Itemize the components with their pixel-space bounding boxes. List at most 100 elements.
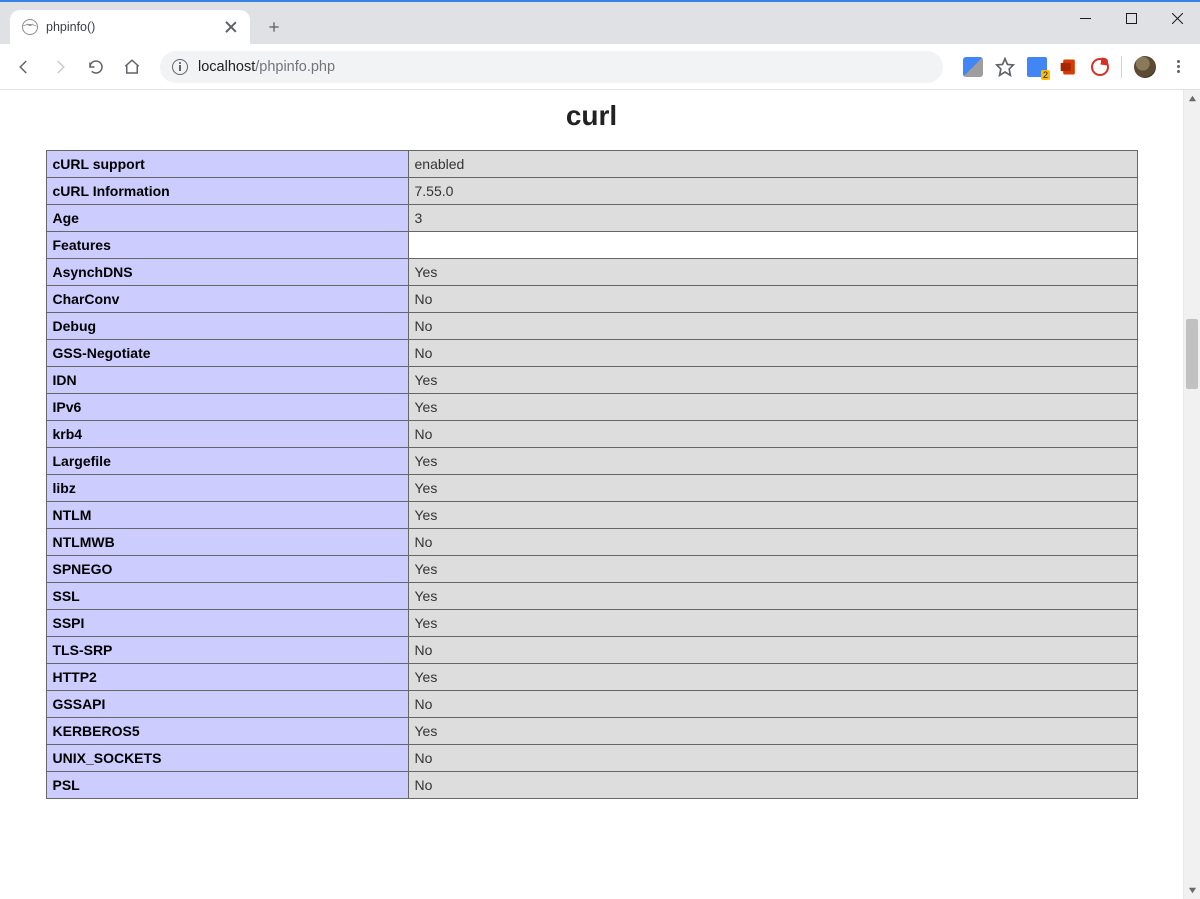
chat-extension-icon[interactable]: 2 <box>1027 57 1047 77</box>
new-tab-button[interactable] <box>260 13 288 41</box>
table-row: KERBEROS5Yes <box>46 718 1137 745</box>
directive-name: GSS-Negotiate <box>46 340 408 367</box>
table-row: krb4No <box>46 421 1137 448</box>
directive-name: krb4 <box>46 421 408 448</box>
table-row: PSLNo <box>46 772 1137 799</box>
toolbar-separator <box>1121 56 1122 78</box>
table-row: GSS-NegotiateNo <box>46 340 1137 367</box>
directive-name: cURL support <box>46 151 408 178</box>
directive-value: No <box>408 340 1137 367</box>
directive-name: PSL <box>46 772 408 799</box>
vertical-scrollbar[interactable] <box>1183 90 1200 899</box>
viewport: curl cURL supportenabledcURL Information… <box>0 90 1200 899</box>
tab-strip: phpinfo() <box>0 2 1200 44</box>
reload-button[interactable] <box>80 51 112 83</box>
window-minimize-button[interactable] <box>1062 2 1108 34</box>
directive-value: No <box>408 745 1137 772</box>
directive-name: Age <box>46 205 408 232</box>
address-bar[interactable]: localhost/phpinfo.php <box>160 51 943 83</box>
directive-name: SSPI <box>46 610 408 637</box>
directive-value: Yes <box>408 259 1137 286</box>
directive-name: UNIX_SOCKETS <box>46 745 408 772</box>
directive-name: KERBEROS5 <box>46 718 408 745</box>
directive-name: Features <box>46 232 408 259</box>
tab-title: phpinfo() <box>46 20 218 34</box>
table-row: DebugNo <box>46 313 1137 340</box>
table-row: GSSAPINo <box>46 691 1137 718</box>
table-row: cURL supportenabled <box>46 151 1137 178</box>
profile-avatar-icon[interactable] <box>1134 56 1156 78</box>
directive-value: No <box>408 637 1137 664</box>
directive-name: CharConv <box>46 286 408 313</box>
scroll-down-button[interactable] <box>1184 882 1200 899</box>
module-title: curl <box>0 100 1183 132</box>
scroll-up-button[interactable] <box>1184 90 1200 107</box>
table-row: NTLMWBNo <box>46 529 1137 556</box>
table-row: TLS-SRPNo <box>46 637 1137 664</box>
directive-value: Yes <box>408 394 1137 421</box>
directive-value: No <box>408 772 1137 799</box>
directive-value: Yes <box>408 448 1137 475</box>
table-row: UNIX_SOCKETSNo <box>46 745 1137 772</box>
directive-value: Yes <box>408 664 1137 691</box>
table-row: LargefileYes <box>46 448 1137 475</box>
directive-name: libz <box>46 475 408 502</box>
translate-icon[interactable] <box>963 57 983 77</box>
antivirus-extension-icon[interactable] <box>1091 58 1109 76</box>
table-row: cURL Information7.55.0 <box>46 178 1137 205</box>
directive-value: enabled <box>408 151 1137 178</box>
directive-value: Yes <box>408 475 1137 502</box>
close-tab-icon[interactable] <box>224 20 238 34</box>
directive-value: No <box>408 313 1137 340</box>
directive-value: No <box>408 529 1137 556</box>
curl-info-table: cURL supportenabledcURL Information7.55.… <box>46 150 1138 799</box>
directive-value: 7.55.0 <box>408 178 1137 205</box>
table-row: SPNEGOYes <box>46 556 1137 583</box>
directive-value: Yes <box>408 610 1137 637</box>
directive-value <box>408 232 1137 259</box>
directive-name: cURL Information <box>46 178 408 205</box>
table-row: libzYes <box>46 475 1137 502</box>
bookmark-star-icon[interactable] <box>995 57 1015 77</box>
browser-toolbar: localhost/phpinfo.php 2 <box>0 44 1200 90</box>
directive-name: IPv6 <box>46 394 408 421</box>
directive-name: IDN <box>46 367 408 394</box>
directive-name: TLS-SRP <box>46 637 408 664</box>
table-row: HTTP2Yes <box>46 664 1137 691</box>
table-row: AsynchDNSYes <box>46 259 1137 286</box>
directive-name: GSSAPI <box>46 691 408 718</box>
directive-value: No <box>408 691 1137 718</box>
url-path: /phpinfo.php <box>255 59 335 75</box>
browser-tab[interactable]: phpinfo() <box>10 10 250 44</box>
office-extension-icon[interactable] <box>1059 57 1079 77</box>
table-row: Age3 <box>46 205 1137 232</box>
forward-button[interactable] <box>44 51 76 83</box>
window-close-button[interactable] <box>1154 2 1200 34</box>
table-row: IPv6Yes <box>46 394 1137 421</box>
table-row: CharConvNo <box>46 286 1137 313</box>
site-info-icon[interactable] <box>172 59 188 75</box>
extension-area: 2 <box>955 56 1192 78</box>
url-host: localhost <box>198 59 255 75</box>
window-maximize-button[interactable] <box>1108 2 1154 34</box>
scroll-track[interactable] <box>1184 107 1200 882</box>
directive-name: Debug <box>46 313 408 340</box>
scroll-thumb[interactable] <box>1186 319 1198 389</box>
directive-value: No <box>408 421 1137 448</box>
table-row: Features <box>46 232 1137 259</box>
directive-value: 3 <box>408 205 1137 232</box>
chat-badge: 2 <box>1041 70 1050 80</box>
directive-name: AsynchDNS <box>46 259 408 286</box>
browser-menu-icon[interactable] <box>1168 57 1188 77</box>
directive-value: Yes <box>408 502 1137 529</box>
back-button[interactable] <box>8 51 40 83</box>
directive-name: Largefile <box>46 448 408 475</box>
globe-icon <box>22 19 38 35</box>
directive-value: Yes <box>408 718 1137 745</box>
page-content: curl cURL supportenabledcURL Information… <box>0 90 1183 899</box>
table-row: NTLMYes <box>46 502 1137 529</box>
directive-value: Yes <box>408 556 1137 583</box>
window-controls <box>1062 2 1200 34</box>
home-button[interactable] <box>116 51 148 83</box>
table-row: SSPIYes <box>46 610 1137 637</box>
